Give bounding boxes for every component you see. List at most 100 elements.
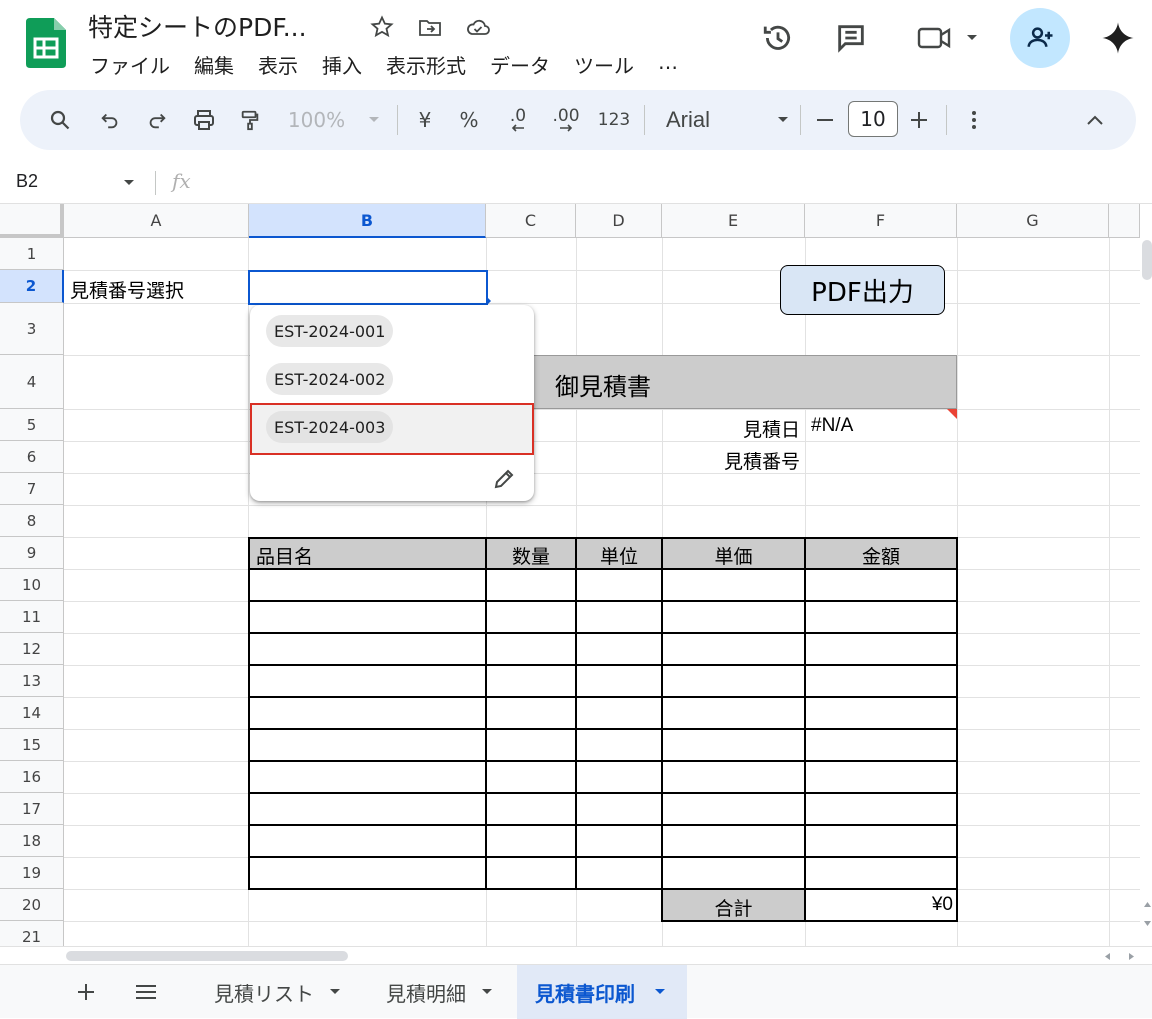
row-header-6[interactable]: 6 bbox=[0, 441, 64, 473]
row-header-7[interactable]: 7 bbox=[0, 473, 64, 505]
font-size-input[interactable]: 10 bbox=[848, 101, 898, 137]
select-all-corner[interactable] bbox=[0, 204, 64, 238]
scroll-left-arrow-icon[interactable] bbox=[1103, 952, 1111, 961]
chevron-down-icon[interactable] bbox=[122, 178, 136, 188]
sheet-tab-active[interactable]: 見積書印刷 bbox=[517, 965, 687, 1019]
row-header-17[interactable]: 17 bbox=[0, 793, 64, 825]
menu-more[interactable]: … bbox=[658, 50, 678, 79]
chevron-down-icon[interactable] bbox=[480, 987, 494, 997]
edit-pencil-icon[interactable] bbox=[492, 467, 516, 491]
gemini-sparkle-icon[interactable] bbox=[1098, 18, 1138, 58]
dropdown-option[interactable]: EST-2024-002 bbox=[266, 363, 394, 395]
chevron-down-icon[interactable] bbox=[328, 987, 342, 997]
column-header-e[interactable]: E bbox=[662, 204, 805, 238]
row-header-9[interactable]: 9 bbox=[0, 537, 64, 569]
share-button[interactable] bbox=[1010, 8, 1070, 68]
version-history-icon[interactable] bbox=[758, 18, 798, 58]
all-sheets-menu-icon[interactable] bbox=[134, 965, 160, 1019]
undo-icon[interactable] bbox=[90, 90, 130, 150]
row-header-13[interactable]: 13 bbox=[0, 665, 64, 697]
search-menus-icon[interactable] bbox=[40, 90, 80, 150]
currency-format-button[interactable]: ¥ bbox=[410, 90, 440, 150]
sheet-tab[interactable]: 見積明細 bbox=[372, 965, 508, 1019]
increase-font-size-icon[interactable] bbox=[904, 90, 934, 150]
vertical-scrollbar-thumb[interactable] bbox=[1142, 240, 1152, 280]
column-header-h[interactable] bbox=[1109, 204, 1140, 238]
cloud-saved-icon[interactable] bbox=[465, 14, 491, 40]
increase-decimal-button[interactable]: .00 bbox=[546, 90, 586, 150]
row-header-1[interactable]: 1 bbox=[0, 238, 64, 270]
menu-file[interactable]: ファイル bbox=[90, 50, 170, 79]
add-person-icon bbox=[1027, 27, 1053, 47]
scroll-down-arrow-icon[interactable] bbox=[1143, 920, 1152, 928]
print-icon[interactable] bbox=[184, 90, 224, 150]
column-header-d[interactable]: D bbox=[576, 204, 662, 238]
column-header-g[interactable]: G bbox=[957, 204, 1109, 238]
zoom-select[interactable]: 100% bbox=[282, 90, 387, 150]
scroll-up-arrow-icon[interactable] bbox=[1143, 900, 1152, 908]
dropdown-option[interactable]: EST-2024-003 bbox=[266, 411, 394, 443]
paint-format-icon[interactable] bbox=[230, 90, 270, 150]
dropdown-option[interactable]: EST-2024-001 bbox=[266, 315, 394, 347]
column-header-f[interactable]: F bbox=[805, 204, 957, 238]
comment-indicator-icon[interactable] bbox=[947, 409, 957, 419]
horizontal-scrollbar-thumb[interactable] bbox=[66, 951, 348, 961]
font-family-value: Arial bbox=[666, 107, 711, 132]
total-value[interactable]: ¥0 bbox=[805, 894, 953, 916]
number-format-button[interactable]: 123 bbox=[594, 90, 634, 150]
row-header-16[interactable]: 16 bbox=[0, 761, 64, 793]
row-header-10[interactable]: 10 bbox=[0, 569, 64, 601]
more-options-icon[interactable] bbox=[960, 90, 988, 150]
add-sheet-icon[interactable] bbox=[76, 965, 100, 1019]
toolbar: 100% ¥ % .0 .00 123 Arial 10 bbox=[20, 90, 1136, 150]
row-header-3[interactable]: 3 bbox=[0, 303, 64, 355]
row-header-4[interactable]: 4 bbox=[0, 355, 64, 409]
horizontal-scrollbar[interactable] bbox=[0, 946, 1152, 964]
collapse-toolbar-icon[interactable] bbox=[1080, 90, 1110, 150]
pdf-export-button[interactable]: PDF出力 bbox=[780, 265, 945, 315]
column-header-a[interactable]: A bbox=[64, 204, 249, 238]
font-family-select[interactable]: Arial bbox=[660, 90, 790, 150]
spreadsheet-grid[interactable]: A B C D E F G 1 2 3 4 5 6 7 8 9 10 11 12… bbox=[0, 204, 1140, 946]
row-header-8[interactable]: 8 bbox=[0, 505, 64, 537]
name-box[interactable]: B2 bbox=[16, 171, 38, 192]
redo-icon[interactable] bbox=[137, 90, 177, 150]
percent-format-button[interactable]: % bbox=[454, 90, 484, 150]
cell-b2-selected[interactable] bbox=[248, 270, 488, 305]
meet-video-icon[interactable] bbox=[912, 18, 982, 58]
menu-tools[interactable]: ツール bbox=[574, 50, 634, 79]
row-header-20[interactable]: 20 bbox=[0, 889, 64, 921]
move-folder-icon[interactable] bbox=[417, 14, 443, 40]
column-header-b[interactable]: B bbox=[249, 204, 486, 238]
formula-input[interactable] bbox=[210, 166, 1140, 200]
sheets-logo-icon[interactable] bbox=[26, 18, 66, 68]
table-border bbox=[248, 600, 958, 602]
menu-data[interactable]: データ bbox=[490, 50, 550, 79]
menu-insert[interactable]: 挿入 bbox=[322, 50, 362, 79]
quote-date-value[interactable]: #N/A bbox=[811, 415, 853, 437]
star-icon[interactable] bbox=[369, 14, 395, 40]
row-header-2[interactable]: 2 bbox=[0, 270, 64, 303]
comments-icon[interactable] bbox=[831, 18, 871, 58]
row-header-18[interactable]: 18 bbox=[0, 825, 64, 857]
row-header-21[interactable]: 21 bbox=[0, 921, 64, 946]
decrease-decimal-button[interactable]: .0 bbox=[498, 90, 538, 150]
row-header-12[interactable]: 12 bbox=[0, 633, 64, 665]
row-header-11[interactable]: 11 bbox=[0, 601, 64, 633]
document-title[interactable]: 特定シートのPDF... bbox=[88, 8, 307, 44]
menu-view[interactable]: 表示 bbox=[258, 50, 298, 79]
toolbar-divider bbox=[397, 105, 398, 135]
column-header-c[interactable]: C bbox=[486, 204, 576, 238]
cell-a2[interactable]: 見積番号選択 bbox=[70, 276, 184, 303]
row-header-19[interactable]: 19 bbox=[0, 857, 64, 889]
row-header-5[interactable]: 5 bbox=[0, 409, 64, 441]
row-header-15[interactable]: 15 bbox=[0, 729, 64, 761]
row-header-14[interactable]: 14 bbox=[0, 697, 64, 729]
decrease-font-size-icon[interactable] bbox=[810, 90, 840, 150]
chevron-down-icon[interactable] bbox=[653, 987, 667, 997]
scroll-right-arrow-icon[interactable] bbox=[1128, 952, 1136, 961]
table-border bbox=[248, 696, 958, 698]
menu-edit[interactable]: 編集 bbox=[194, 50, 234, 79]
sheet-tab[interactable]: 見積リスト bbox=[200, 965, 356, 1019]
menu-format[interactable]: 表示形式 bbox=[386, 50, 466, 79]
